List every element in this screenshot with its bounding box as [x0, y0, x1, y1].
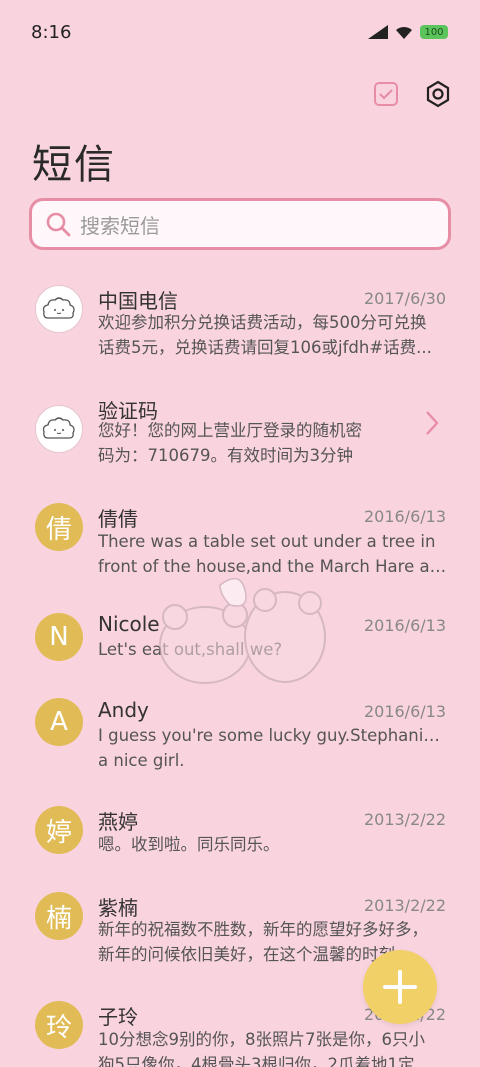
cloud-bear-icon — [42, 417, 75, 439]
message-date: 2017/6/30 — [363, 289, 446, 308]
chevron-right-icon[interactable] — [424, 409, 440, 437]
message-item-2[interactable]: 倩 倩倩 2016/6/13 There was a table set out… — [0, 503, 480, 593]
preview-line-1: Let's eat out,shall we? — [98, 640, 283, 659]
avatar: 玲 — [35, 1001, 83, 1049]
message-preview: 您好！您的网上营业厅登录的随机密 码为：710679。有效时间为3分钟 — [98, 418, 388, 468]
avatar — [35, 285, 83, 333]
message-preview: There was a table set out under a tree i… — [98, 529, 448, 579]
avatar: A — [35, 698, 83, 746]
avatar: 楠 — [35, 892, 83, 940]
preview-line-2: front of the house,and the March Hare an… — [98, 557, 448, 576]
search-icon — [46, 212, 71, 237]
message-date: 2013/2/22 — [363, 810, 446, 829]
message-item-3[interactable]: N Nicole 2016/6/13 Let's eat out,shall w… — [0, 612, 480, 682]
status-time: 8:16 — [31, 22, 72, 43]
gear-icon — [426, 80, 450, 108]
preview-line-1: There was a table set out under a tree i… — [98, 532, 436, 551]
message-date: 2016/6/13 — [363, 702, 446, 721]
message-date: 2016/6/13 — [363, 616, 446, 635]
search-input[interactable]: 搜索短信 — [29, 198, 451, 250]
message-preview: Let's eat out,shall we? — [98, 637, 448, 662]
message-preview: 嗯。收到啦。同乐同乐。 — [98, 832, 448, 857]
avatar — [35, 405, 83, 453]
message-preview: 10分想念9别的你，8张照片7张是你，6只小 狗5只像你，4根骨头3根归你，2爪… — [98, 1027, 448, 1067]
message-item-0[interactable]: 中国电信 2017/6/30 欢迎参加积分兑换话费活动，每500分可兑换 话费5… — [0, 283, 480, 373]
message-preview: 欢迎参加积分兑换话费活动，每500分可兑换 话费5元，兑换话费请回复106或jf… — [98, 310, 448, 360]
contact-name: 燕婷 — [98, 810, 138, 834]
preview-line-2: 码为：710679。有效时间为3分钟 — [98, 446, 353, 465]
signal-icon — [368, 25, 388, 39]
preview-line-1: 嗯。收到啦。同乐同乐。 — [98, 835, 280, 854]
contact-name: Andy — [98, 698, 149, 722]
top-actions — [370, 78, 454, 110]
battery-level: 100 — [424, 26, 444, 38]
message-item-4[interactable]: A Andy 2016/6/13 I guess you're some luc… — [0, 698, 480, 788]
contact-name: Nicole — [98, 612, 160, 636]
wifi-icon — [396, 26, 412, 39]
search-placeholder: 搜索短信 — [80, 213, 160, 238]
preview-line-2: a nice girl. — [98, 751, 185, 770]
new-message-button[interactable] — [363, 950, 437, 1024]
message-item-1[interactable]: 验证码 您好！您的网上营业厅登录的随机密 码为：710679。有效时间为3分钟 — [0, 393, 480, 483]
cloud-bear-icon — [42, 297, 75, 319]
preview-line-2: 话费5元，兑换话费请回复106或jfdh#话费... — [98, 338, 432, 357]
plus-icon — [383, 970, 417, 1004]
avatar: 倩 — [35, 503, 83, 551]
preview-line-1: 您好！您的网上营业厅登录的随机密 — [98, 421, 362, 440]
preview-line-1: 欢迎参加积分兑换话费活动，每500分可兑换 — [98, 313, 427, 332]
battery-icon: 100 — [420, 25, 448, 39]
settings-button[interactable] — [422, 78, 454, 110]
checkbox-icon — [374, 82, 398, 106]
preview-line-1: I guess you're some lucky guy.Stephanie … — [98, 726, 448, 745]
message-date: 2013/2/22 — [363, 896, 446, 915]
preview-line-1: 新年的祝福数不胜数，新年的愿望好多好多， — [98, 920, 428, 939]
avatar: 婷 — [35, 806, 83, 854]
status-icons: 100 — [368, 24, 448, 40]
preview-line-2: 狗5只像你，4根骨头3根归你，2爪着地1定 — [98, 1055, 415, 1067]
message-preview: I guess you're some lucky guy.Stephanie … — [98, 723, 448, 773]
preview-line-1: 10分想念9别的你，8张照片7张是你，6只小 — [98, 1030, 425, 1049]
page-title: 短信 — [32, 142, 116, 188]
status-bar: 8:16 100 — [0, 0, 480, 66]
message-date: 2016/6/13 — [363, 507, 446, 526]
contact-name: 子玲 — [98, 1005, 138, 1029]
batch-edit-button[interactable] — [370, 78, 402, 110]
contact-name: 倩倩 — [98, 507, 138, 531]
avatar: N — [35, 613, 83, 661]
message-item-5[interactable]: 婷 燕婷 2013/2/22 嗯。收到啦。同乐同乐。 — [0, 806, 480, 876]
